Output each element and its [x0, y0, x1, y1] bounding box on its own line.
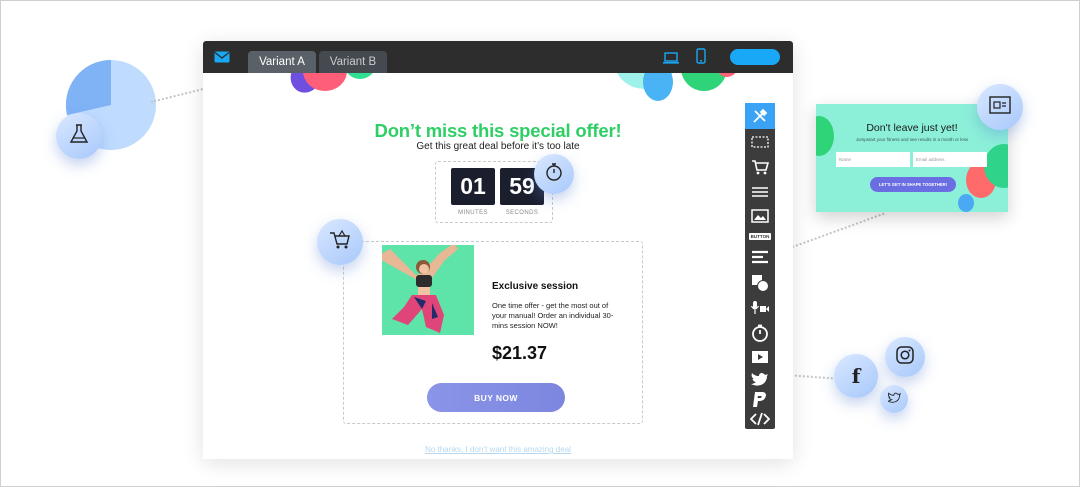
stopwatch-bubble[interactable]	[534, 154, 574, 194]
basket-icon	[329, 229, 351, 255]
media-icon[interactable]	[745, 297, 775, 319]
facebook-bubble[interactable]: f	[834, 354, 878, 398]
popup-subtitle: Jumpstart your fitness and see results i…	[855, 137, 969, 142]
select-icon[interactable]	[745, 131, 775, 153]
decorative-blob	[681, 73, 727, 91]
image-icon[interactable]	[745, 205, 775, 227]
decline-link[interactable]: No thanks, I don’t want this amazing dea…	[203, 445, 793, 454]
editor-topbar: Variant A Variant B	[203, 41, 793, 73]
tab-variant-a[interactable]: Variant A	[248, 51, 316, 73]
twitter-icon	[887, 390, 901, 408]
instagram-icon	[896, 345, 914, 369]
mobile-icon[interactable]	[696, 48, 706, 69]
exit-popup-preview[interactable]: Don't leave just yet! Jumpstart your fit…	[816, 104, 1008, 212]
decorative-blob	[643, 73, 673, 101]
minutes-label: MINUTES	[458, 210, 488, 216]
desktop-icon[interactable]	[663, 51, 679, 69]
seconds-label: SECONDS	[505, 210, 539, 216]
email-field[interactable]: Email address	[913, 152, 987, 167]
decorative-blob	[343, 73, 377, 79]
flask-icon	[68, 123, 90, 150]
twitter-tool-icon[interactable]	[745, 369, 775, 389]
timer-icon[interactable]	[745, 321, 775, 345]
popup-icon	[989, 95, 1011, 119]
tools-icon[interactable]	[745, 103, 775, 129]
twitter-bubble[interactable]	[880, 385, 908, 413]
offer-headline: Don’t miss this special offer!	[374, 120, 622, 141]
element-toolbar: BUTTON	[745, 103, 775, 429]
paypal-icon[interactable]	[745, 390, 775, 410]
product-title: Exclusive session	[492, 281, 579, 292]
stopwatch-icon	[544, 162, 564, 187]
decorative-blob	[958, 194, 974, 212]
editor-canvas: Don’t miss this special offer! Get this …	[203, 73, 793, 459]
button-tool-label: BUTTON	[748, 232, 772, 240]
shapes-icon[interactable]	[745, 271, 775, 295]
video-icon[interactable]	[745, 347, 775, 367]
editor-window: Variant A Variant B Don’t miss this spec…	[203, 41, 793, 459]
code-icon[interactable]	[745, 409, 775, 429]
text-icon[interactable]	[745, 181, 775, 203]
publish-button[interactable]	[730, 49, 780, 65]
fitness-photo	[382, 245, 474, 335]
marketing-illustration: Variant A Variant B Don’t miss this spec…	[0, 0, 1080, 487]
buy-now-button[interactable]: BUY NOW	[427, 383, 565, 412]
form-icon[interactable]	[745, 245, 775, 269]
button-tool[interactable]: BUTTON	[745, 229, 775, 243]
flask-bubble[interactable]	[56, 113, 102, 159]
product-price: $21.37	[492, 343, 548, 363]
product-description: One time offer - get the most out of you…	[492, 301, 614, 330]
popup-title: Don't leave just yet!	[866, 122, 958, 134]
basket-bubble[interactable]	[317, 219, 363, 265]
cart-icon[interactable]	[745, 155, 775, 179]
instagram-bubble[interactable]	[885, 337, 925, 377]
popup-bubble[interactable]	[977, 84, 1023, 130]
countdown-minutes: 01	[451, 168, 495, 205]
name-field[interactable]: Name	[836, 152, 910, 167]
popup-cta-button[interactable]: LET'S GET IN SHAPE TOGETHER!	[870, 177, 956, 192]
offer-subheadline: Get this great deal before it’s too late	[416, 141, 580, 152]
envelope-icon[interactable]	[214, 50, 230, 68]
facebook-icon: f	[851, 364, 861, 388]
tab-variant-b[interactable]: Variant B	[319, 51, 387, 73]
